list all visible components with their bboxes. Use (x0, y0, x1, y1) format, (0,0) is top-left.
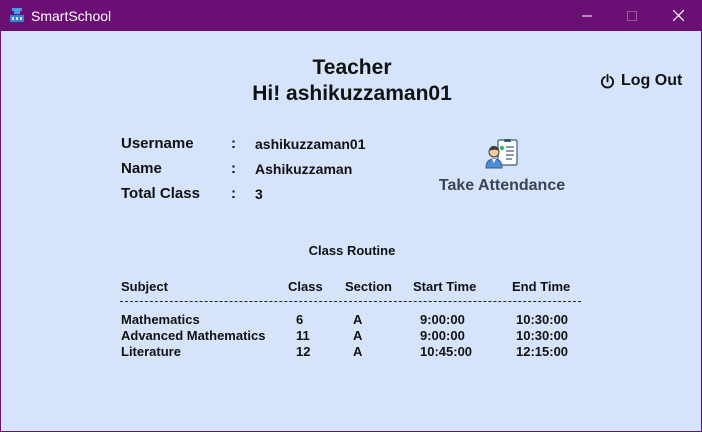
section-cell: A (353, 312, 363, 327)
start-time-cell: 10:45:00 (420, 344, 473, 359)
class-cell: 6 (296, 312, 304, 327)
total-class-label: Total Class (121, 185, 200, 202)
minimize-button[interactable] (564, 0, 610, 31)
username-value: ashikuzzaman01 (255, 136, 366, 152)
username-separator: : (231, 135, 236, 152)
username-label: Username (121, 135, 194, 152)
name-row: Name : Ashikuzzaman (121, 159, 421, 179)
app-window: SmartSchool Teacher Hi! ashikuzzaman01 L… (0, 0, 702, 432)
start-time-cell: 9:00:00 (420, 312, 465, 327)
table-divider (120, 301, 581, 302)
table-row: Advanced Mathematics 11 A 9:00:00 10:30:… (119, 328, 581, 344)
logout-button[interactable]: Log Out (600, 72, 682, 90)
name-label: Name (121, 160, 162, 177)
minimize-icon (582, 15, 592, 16)
column-header-class: Class (288, 279, 323, 294)
table-row: Mathematics 6 A 9:00:00 10:30:00 (119, 312, 581, 328)
start-time-cell: 9:00:00 (420, 328, 465, 343)
total-class-value: 3 (255, 186, 263, 202)
maximize-button[interactable] (609, 0, 655, 31)
attendance-icon (485, 139, 518, 169)
total-class-separator: : (231, 185, 236, 202)
title-bar[interactable]: SmartSchool (0, 0, 702, 31)
subject-cell: Advanced Mathematics (121, 328, 266, 343)
section-cell: A (353, 344, 363, 359)
subject-cell: Literature (121, 344, 181, 359)
class-routine-title: Class Routine (308, 243, 396, 258)
column-header-section: Section (345, 279, 392, 294)
close-button[interactable] (655, 0, 701, 31)
column-header-end-time: End Time (512, 279, 571, 294)
name-value: Ashikuzzaman (255, 161, 353, 177)
app-logo-icon (10, 8, 24, 22)
main-content: Teacher Hi! ashikuzzaman01 Log Out Usern… (1, 31, 701, 431)
username-row: Username : ashikuzzaman01 (121, 134, 421, 154)
maximize-icon (627, 10, 637, 21)
table-row: Literature 12 A 10:45:00 12:15:00 (119, 344, 581, 360)
end-time-cell: 10:30:00 (516, 328, 569, 343)
section-cell: A (353, 328, 363, 343)
table-header: Subject Class Section Start Time End Tim… (119, 277, 581, 297)
end-time-cell: 10:30:00 (516, 312, 569, 327)
end-time-cell: 12:15:00 (516, 344, 569, 359)
take-attendance-label: Take Attendance (438, 177, 566, 194)
close-icon (672, 10, 684, 21)
class-cell: 12 (296, 344, 311, 359)
power-icon (600, 73, 615, 88)
logout-label: Log Out (621, 72, 683, 89)
greeting-text: Hi! ashikuzzaman01 (252, 82, 452, 105)
window-title: SmartSchool (31, 8, 112, 24)
column-header-subject: Subject (121, 279, 168, 294)
page-title: Teacher (312, 56, 392, 79)
subject-cell: Mathematics (121, 312, 200, 327)
column-header-start-time: Start Time (413, 279, 477, 294)
name-separator: : (231, 160, 236, 177)
class-cell: 11 (296, 328, 310, 343)
total-class-row: Total Class : 3 (121, 184, 421, 204)
